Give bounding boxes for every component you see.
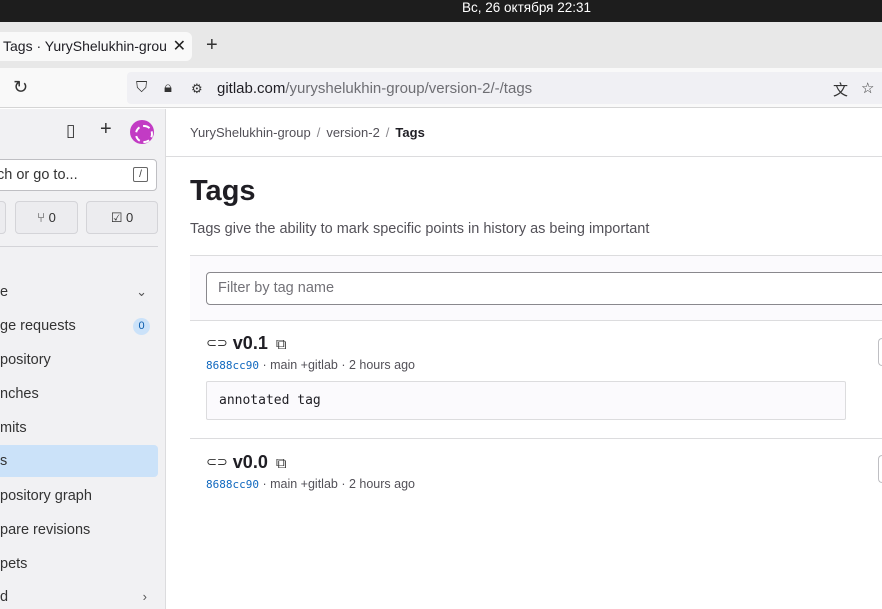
sidebar-item-compare-revisions[interactable]: pare revisions bbox=[0, 514, 158, 546]
sidebar-item-label: ge requests bbox=[0, 318, 76, 334]
merge-request-icon: ⑂ bbox=[37, 210, 45, 225]
url-path: /yuryshelukhin-group/version-2/-/tags bbox=[285, 80, 533, 97]
page-title: Tags bbox=[190, 175, 256, 207]
breadcrumb-group-link[interactable]: YuryShelukhin-group bbox=[190, 125, 311, 140]
sidebar-section-code[interactable]: e ⌄ bbox=[0, 276, 158, 308]
sidebar-item-label: s bbox=[0, 453, 8, 469]
merge-requests-counter-button[interactable]: ⑂ 0 bbox=[15, 201, 78, 234]
translate-icon[interactable]: 文 bbox=[833, 79, 848, 100]
chevron-down-icon: ⌄ bbox=[136, 284, 147, 299]
sidebar-section-build[interactable]: d › bbox=[0, 581, 158, 609]
tag-actions-button[interactable] bbox=[878, 338, 882, 366]
tag-icon: ⊂⊃ bbox=[206, 335, 228, 350]
sidebar-item-branches[interactable]: nches bbox=[0, 378, 158, 410]
todo-count: 0 bbox=[126, 210, 134, 225]
copy-icon[interactable]: ⧉ bbox=[276, 455, 287, 472]
create-new-icon[interactable]: + bbox=[100, 118, 112, 141]
sidebar-item-label: mits bbox=[0, 420, 27, 436]
sidebar: ▯ + ch or go to... / ⑂ 0 ☑ 0 e ⌄ ge requ… bbox=[0, 109, 166, 609]
lock-icon[interactable]: 🔒︎ bbox=[164, 79, 172, 96]
address-bar[interactable]: ⛉ 🔒︎ ⚙ gitlab.com/yuryshelukhin-group/ve… bbox=[127, 72, 882, 104]
sidebar-section-label: e bbox=[0, 284, 9, 300]
url-text[interactable]: gitlab.com/yuryshelukhin-group/version-2… bbox=[217, 80, 532, 97]
tag-name-link[interactable]: v0.1 bbox=[233, 333, 268, 353]
browser-toolbar: ↻ ⛉ 🔒︎ ⚙ gitlab.com/yuryshelukhin-group/… bbox=[0, 68, 882, 108]
tag-message: annotated tag bbox=[206, 381, 846, 420]
sidebar-item-label: nches bbox=[0, 386, 39, 402]
search-shortcut-icon: / bbox=[133, 167, 148, 182]
chevron-right-icon: › bbox=[142, 589, 147, 604]
breadcrumb: YuryShelukhin-group / version-2/Tags bbox=[190, 125, 425, 140]
breadcrumb-current[interactable]: Tags bbox=[395, 125, 424, 140]
main-content: YuryShelukhin-group / version-2/Tags Tags … bbox=[166, 109, 882, 609]
tag-meta-text: · main +gitlab · 2 hours ago bbox=[262, 358, 415, 372]
url-host: gitlab.com bbox=[217, 80, 286, 97]
system-clock: Вс, 26 октября 22:31 bbox=[462, 0, 592, 15]
page-description: Tags give the ability to mark specific p… bbox=[190, 221, 650, 237]
tag-meta-text: · main +gitlab · 2 hours ago bbox=[262, 477, 415, 491]
sidebar-divider bbox=[0, 246, 158, 247]
filter-bar: Filter by tag name bbox=[190, 255, 882, 321]
shield-icon[interactable]: ⛉ bbox=[136, 79, 147, 96]
search-placeholder: ch or go to... bbox=[0, 167, 78, 183]
tag-meta: 8688cc90 · main +gitlab · 2 hours ago bbox=[206, 358, 415, 372]
sidebar-item-merge-requests[interactable]: ge requests 0 bbox=[0, 310, 158, 342]
tag-icon: ⊂⊃ bbox=[206, 454, 228, 469]
copy-icon[interactable]: ⧉ bbox=[276, 336, 287, 353]
commit-sha-link[interactable]: 8688cc90 bbox=[206, 359, 259, 372]
new-tab-icon[interactable]: + bbox=[206, 34, 218, 57]
sidebar-item-commits[interactable]: mits bbox=[0, 412, 158, 444]
tag-title: ⊂⊃ v0.1 ⧉ bbox=[206, 333, 287, 354]
browser-tab[interactable]: Tags · YuryShelukhin-grou ✕ bbox=[0, 32, 192, 61]
merge-requests-badge: 0 bbox=[133, 318, 150, 335]
issues-counter-button[interactable] bbox=[0, 201, 6, 234]
sidebar-item-label: pository bbox=[0, 352, 51, 368]
browser-tab-title: Tags · YuryShelukhin-grou bbox=[3, 38, 167, 54]
system-top-bar: Вс, 26 октября 22:31 bbox=[0, 0, 882, 22]
sidebar-item-label: pets bbox=[0, 556, 28, 572]
merge-count: 0 bbox=[48, 210, 56, 225]
bookmark-star-icon[interactable]: ☆ bbox=[861, 79, 874, 97]
sidebar-item-repository-graph[interactable]: pository graph bbox=[0, 480, 158, 512]
close-icon[interactable]: ✕ bbox=[173, 32, 186, 61]
tag-meta: 8688cc90 · main +gitlab · 2 hours ago bbox=[206, 477, 415, 491]
sidebar-toggle-icon[interactable]: ▯ bbox=[66, 121, 75, 141]
sidebar-item-label: d bbox=[0, 589, 9, 605]
tag-name-link[interactable]: v0.0 bbox=[233, 452, 268, 472]
sidebar-item-label: pository graph bbox=[0, 488, 92, 504]
tag-row-divider bbox=[190, 438, 882, 439]
breadcrumb-divider bbox=[166, 156, 882, 157]
browser-tab-strip: Tags · YuryShelukhin-grou ✕ + bbox=[0, 22, 882, 68]
commit-sha-link[interactable]: 8688cc90 bbox=[206, 478, 259, 491]
sidebar-item-repository[interactable]: pository bbox=[0, 344, 158, 376]
sidebar-item-tags[interactable]: s bbox=[0, 445, 158, 477]
tag-filter-input[interactable]: Filter by tag name bbox=[206, 272, 882, 305]
breadcrumb-project-link[interactable]: version-2 bbox=[326, 125, 379, 140]
todos-counter-button[interactable]: ☑ 0 bbox=[86, 201, 158, 234]
tag-actions-button[interactable] bbox=[878, 455, 882, 483]
avatar[interactable] bbox=[130, 120, 154, 144]
sidebar-item-snippets[interactable]: pets bbox=[0, 548, 158, 580]
sidebar-item-label: pare revisions bbox=[0, 522, 91, 538]
tag-title: ⊂⊃ v0.0 ⧉ bbox=[206, 452, 287, 473]
todo-icon: ☑ bbox=[110, 210, 123, 225]
site-settings-icon[interactable]: ⚙ bbox=[191, 81, 203, 97]
reload-icon[interactable]: ↻ bbox=[13, 77, 28, 98]
search-input[interactable]: ch or go to... / bbox=[0, 159, 157, 191]
